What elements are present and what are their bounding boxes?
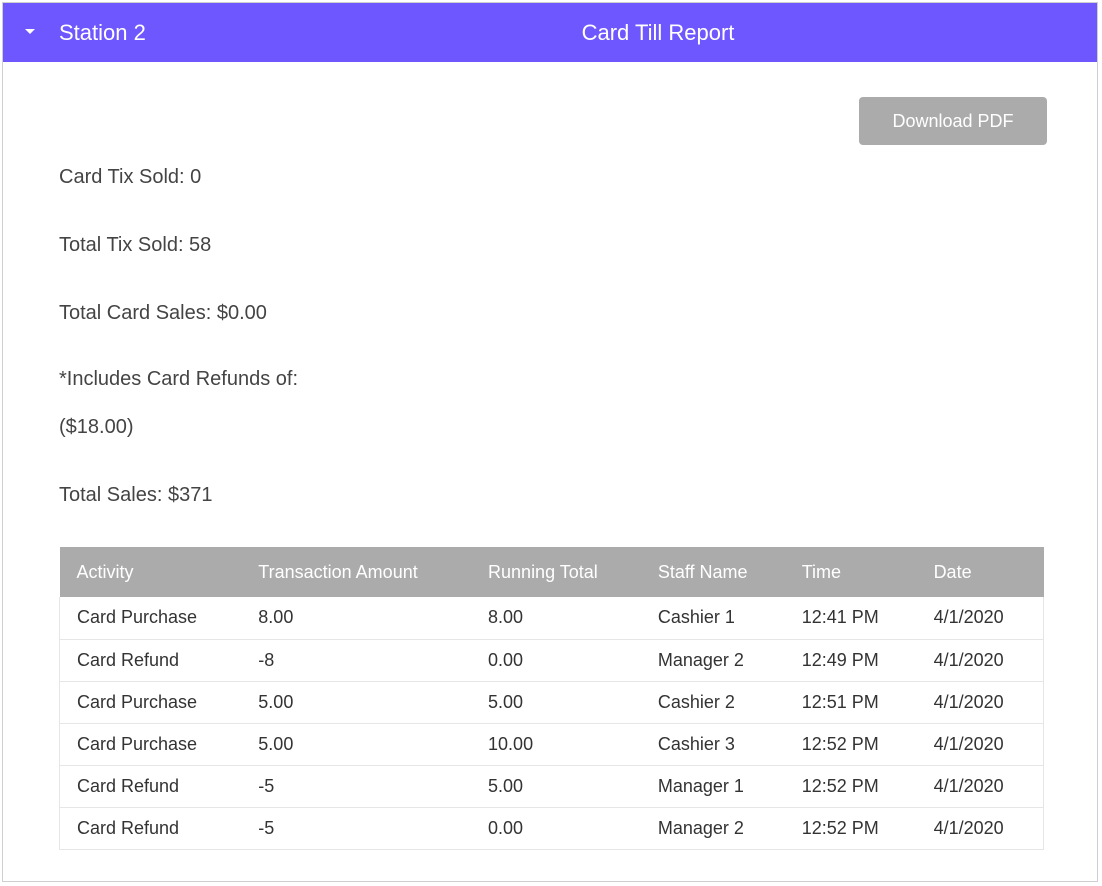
date-cell: 4/1/2020 [916,639,1044,682]
time-cell: 12:49 PM [784,639,917,682]
transactions-table: Activity Transaction Amount Running Tota… [59,547,1044,850]
panel-header: Station 2 Card Till Report [3,3,1097,62]
time-cell: 12:52 PM [784,807,917,850]
transaction-amount-cell: -5 [241,765,472,808]
activity-cell: Card Refund [59,639,242,682]
activity-cell: Card Refund [59,765,242,808]
total-card-sales: Total Card Sales: $0.00 [59,302,267,324]
total-sales: Total Sales: $371 [59,484,213,506]
activity-cell: Card Purchase [59,681,242,724]
card-tix-sold: Card Tix Sold: 0 [59,166,202,188]
staff-name-cell: Manager 2 [640,639,785,682]
running-total-cell: 10.00 [471,723,641,766]
staff-name-cell: Cashier 1 [640,597,785,640]
report-title: Card Till Report [581,20,735,45]
table-row: Card Refund -5 5.00 Manager 1 12:52 PM 4… [59,765,1044,808]
activity-cell: Card Refund [59,807,242,850]
activity-cell: Card Purchase [59,597,242,640]
transaction-amount-cell: -5 [241,807,472,850]
running-total-cell: 5.00 [471,765,641,808]
time-cell: 12:52 PM [784,723,917,766]
running-total-cell: 5.00 [471,681,641,724]
download-pdf-button[interactable]: Download PDF [859,97,1047,145]
staff-name-cell: Manager 2 [640,807,785,850]
card-refunds-amount: ($18.00) [59,416,134,438]
date-cell: 4/1/2020 [916,807,1044,850]
column-header-staff-name: Staff Name [640,547,785,597]
card-till-report-panel: Station 2 Card Till Report Download PDF … [2,2,1098,882]
transaction-amount-cell: 5.00 [241,681,472,724]
column-header-time: Time [784,547,917,597]
running-total-cell: 8.00 [471,597,641,640]
column-header-transaction-amount: Transaction Amount [241,547,472,597]
transaction-amount-cell: 5.00 [241,723,472,766]
transaction-amount-cell: -8 [241,639,472,682]
running-total-cell: 0.00 [471,639,641,682]
time-cell: 12:51 PM [784,681,917,724]
running-total-cell: 0.00 [471,807,641,850]
transaction-amount-cell: 8.00 [241,597,472,640]
staff-name-cell: Manager 1 [640,765,785,808]
date-cell: 4/1/2020 [916,723,1044,766]
table-row: Card Purchase 8.00 8.00 Cashier 1 12:41 … [59,597,1044,640]
card-refunds-note: *Includes Card Refunds of: [59,368,299,390]
total-tix-sold: Total Tix Sold: 58 [59,234,212,256]
table-header-row: Activity Transaction Amount Running Tota… [59,547,1044,597]
table-row: Card Purchase 5.00 10.00 Cashier 3 12:52… [59,723,1044,766]
staff-name-cell: Cashier 3 [640,723,785,766]
time-cell: 12:52 PM [784,765,917,808]
column-header-activity: Activity [59,547,242,597]
date-cell: 4/1/2020 [916,765,1044,808]
table-row: Card Refund -5 0.00 Manager 2 12:52 PM 4… [59,807,1044,850]
table-row: Card Purchase 5.00 5.00 Cashier 2 12:51 … [59,681,1044,724]
table-row: Card Refund -8 0.00 Manager 2 12:49 PM 4… [59,639,1044,682]
date-cell: 4/1/2020 [916,681,1044,724]
staff-name-cell: Cashier 2 [640,681,785,724]
date-cell: 4/1/2020 [916,597,1044,640]
column-header-date: Date [916,547,1044,597]
time-cell: 12:41 PM [784,597,917,640]
column-header-running-total: Running Total [471,547,641,597]
activity-cell: Card Purchase [59,723,242,766]
